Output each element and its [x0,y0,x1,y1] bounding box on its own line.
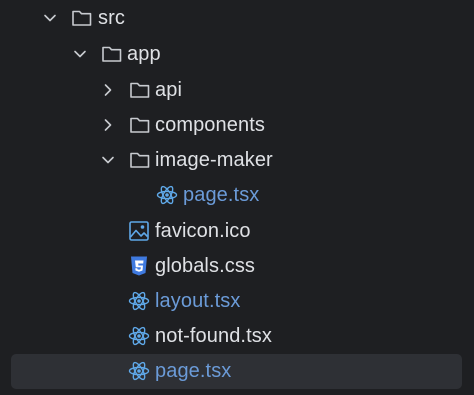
project-file-tree: src app api components image-maker page.… [0,0,474,395]
folder-icon [129,79,151,101]
folder-icon [71,7,93,29]
react-icon [128,325,150,347]
folder-icon [101,43,123,65]
chevron-down-icon[interactable] [98,150,118,170]
react-icon [128,360,150,382]
tree-item-label: not-found.tsx [155,325,272,347]
chevron-down-icon[interactable] [40,8,60,28]
tree-item-label: favicon.ico [155,220,251,242]
tree-item-label: api [155,79,182,101]
chevron-down-icon[interactable] [70,44,90,64]
tree-row-image-maker-page-tsx[interactable]: page.tsx [0,178,474,213]
tree-item-label: page.tsx [183,184,260,206]
tree-item-label: app [127,43,161,65]
css-file-icon [128,255,150,277]
tree-row-globals-css[interactable]: globals.css [0,249,474,284]
tree-item-label: globals.css [155,255,256,277]
image-file-icon [128,220,150,242]
folder-icon [129,149,151,171]
tree-row-not-found-tsx[interactable]: not-found.tsx [0,319,474,354]
tree-row-src[interactable]: src [0,1,474,36]
tree-row-api[interactable]: api [0,73,474,108]
tree-row-layout-tsx[interactable]: layout.tsx [0,284,474,319]
tree-row-image-maker[interactable]: image-maker [0,143,474,178]
tree-row-page-tsx-selected[interactable]: page.tsx [11,354,462,389]
tree-item-label: src [98,7,125,29]
tree-row-components[interactable]: components [0,108,474,143]
tree-item-label: page.tsx [155,360,232,382]
chevron-right-icon[interactable] [98,80,118,100]
chevron-right-icon[interactable] [98,115,118,135]
tree-item-label: image-maker [155,149,273,171]
react-icon [156,184,178,206]
tree-item-label: components [155,114,265,136]
tree-item-label: layout.tsx [155,290,241,312]
tree-row-favicon-ico[interactable]: favicon.ico [0,214,474,249]
react-icon [128,290,150,312]
folder-icon [129,114,151,136]
tree-row-app[interactable]: app [0,37,474,72]
